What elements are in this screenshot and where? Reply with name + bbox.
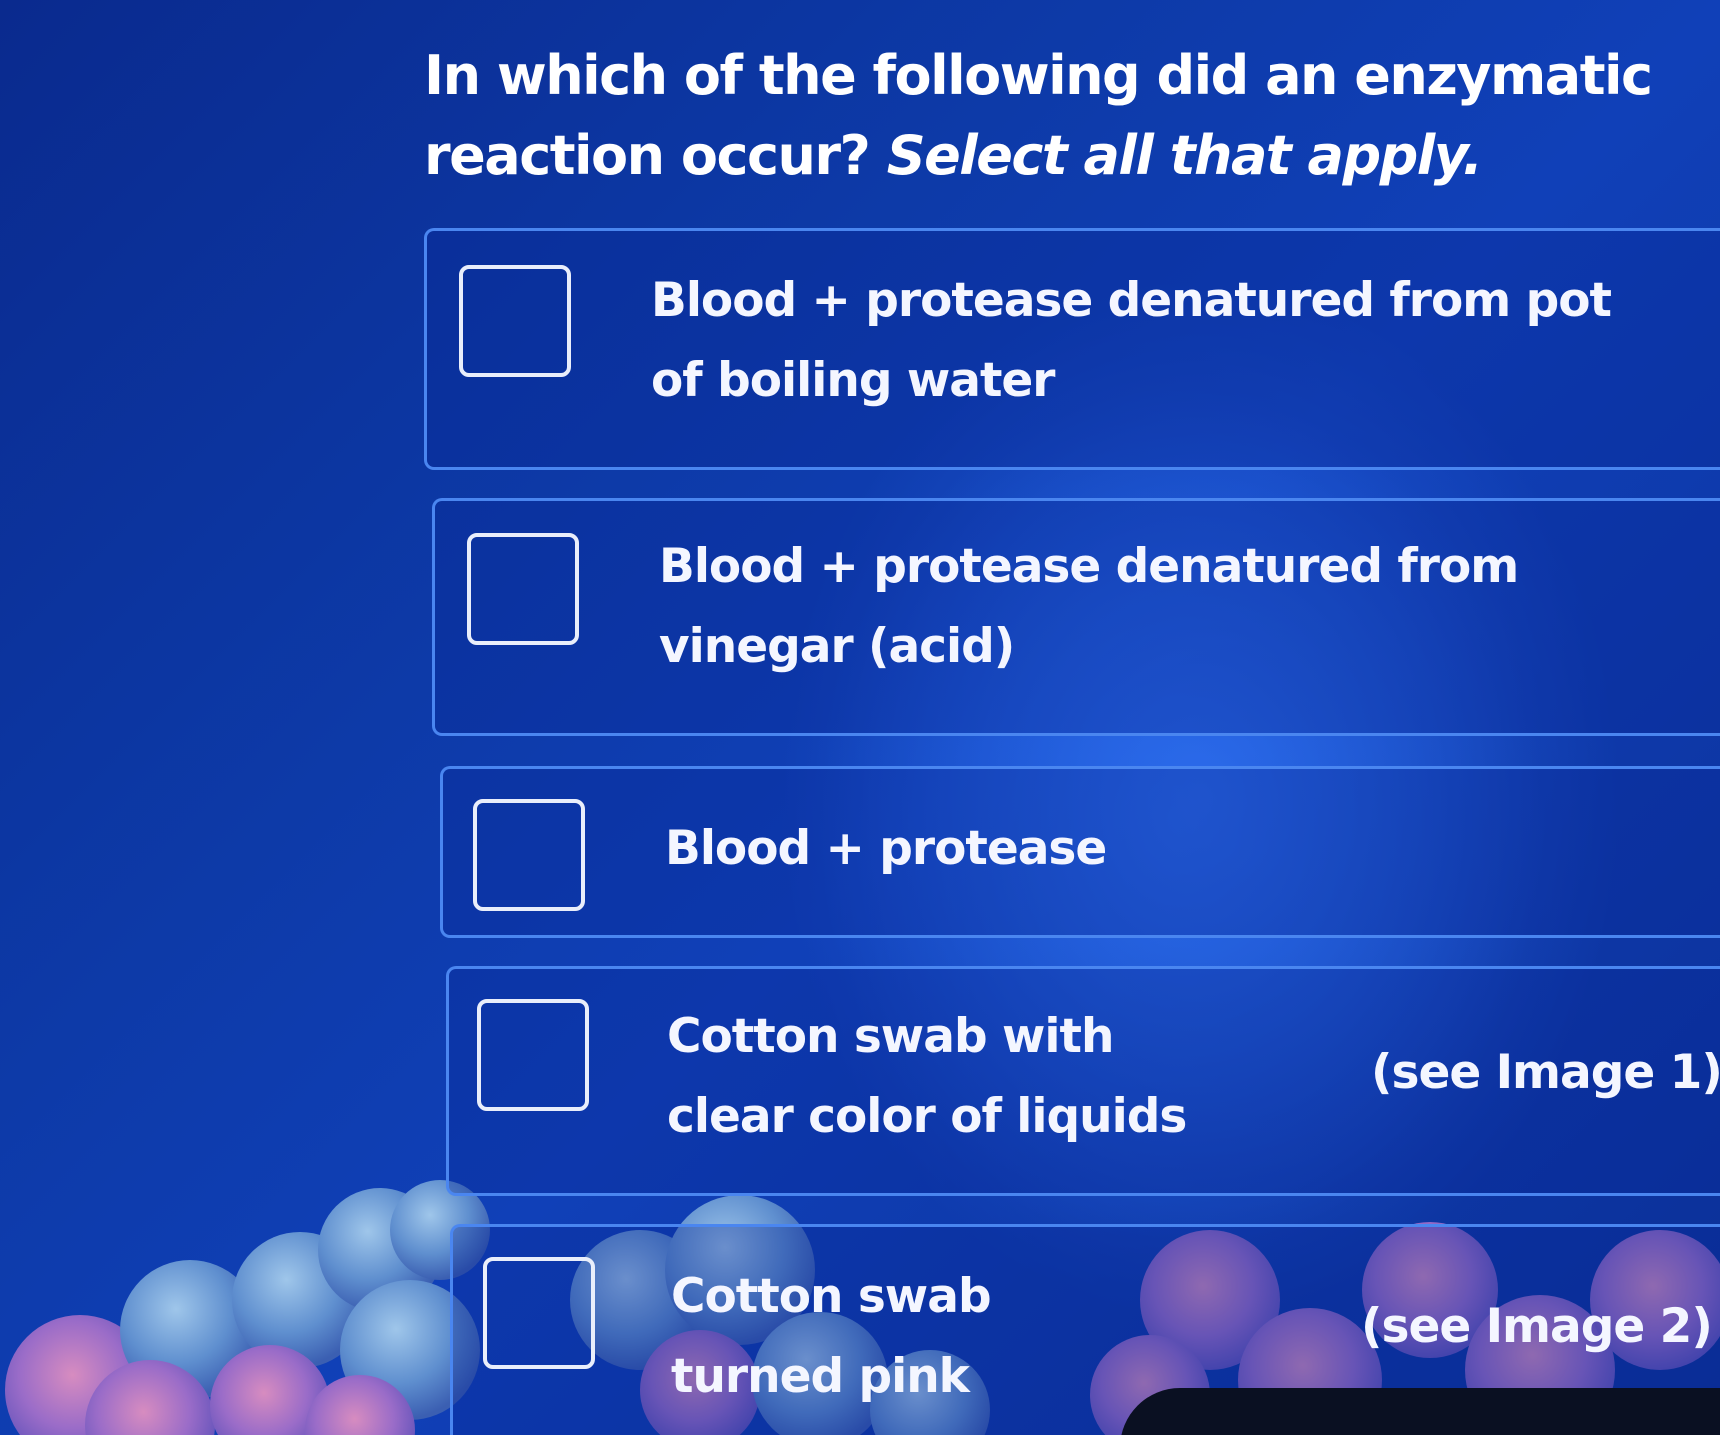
checkbox-option-1[interactable]	[459, 265, 571, 377]
option-2-label: Blood + protease denatured from vinegar …	[659, 539, 1519, 674]
checkbox-option-4[interactable]	[477, 999, 589, 1111]
option-4-label: Cotton swab with clear color of liquids	[667, 1009, 1187, 1144]
option-5-label: Cotton swab turned pink	[671, 1269, 992, 1404]
option-4-image-reference: (see Image 1)	[1371, 1045, 1720, 1100]
answer-option-4[interactable]: Cotton swab with clear color of liquids …	[446, 966, 1720, 1196]
option-3-label: Blood + protease	[665, 821, 1107, 876]
answer-option-2[interactable]: Blood + protease denatured from vinegar …	[432, 498, 1720, 736]
question-instruction: Select all that apply.	[886, 124, 1483, 187]
checkbox-option-2[interactable]	[467, 533, 579, 645]
screen-bezel	[1120, 1388, 1720, 1435]
checkbox-option-3[interactable]	[473, 799, 585, 911]
quiz-screen: In which of the following did an enzymat…	[0, 0, 1720, 1435]
question-text: In which of the following did an enzymat…	[424, 36, 1694, 196]
option-5-image-reference: (see Image 2)	[1361, 1299, 1713, 1354]
answer-option-1[interactable]: Blood + protease denatured from pot of b…	[424, 228, 1720, 470]
checkbox-option-5[interactable]	[483, 1257, 595, 1369]
option-1-label: Blood + protease denatured from pot of b…	[651, 273, 1612, 408]
answer-option-3[interactable]: Blood + protease	[440, 766, 1720, 938]
